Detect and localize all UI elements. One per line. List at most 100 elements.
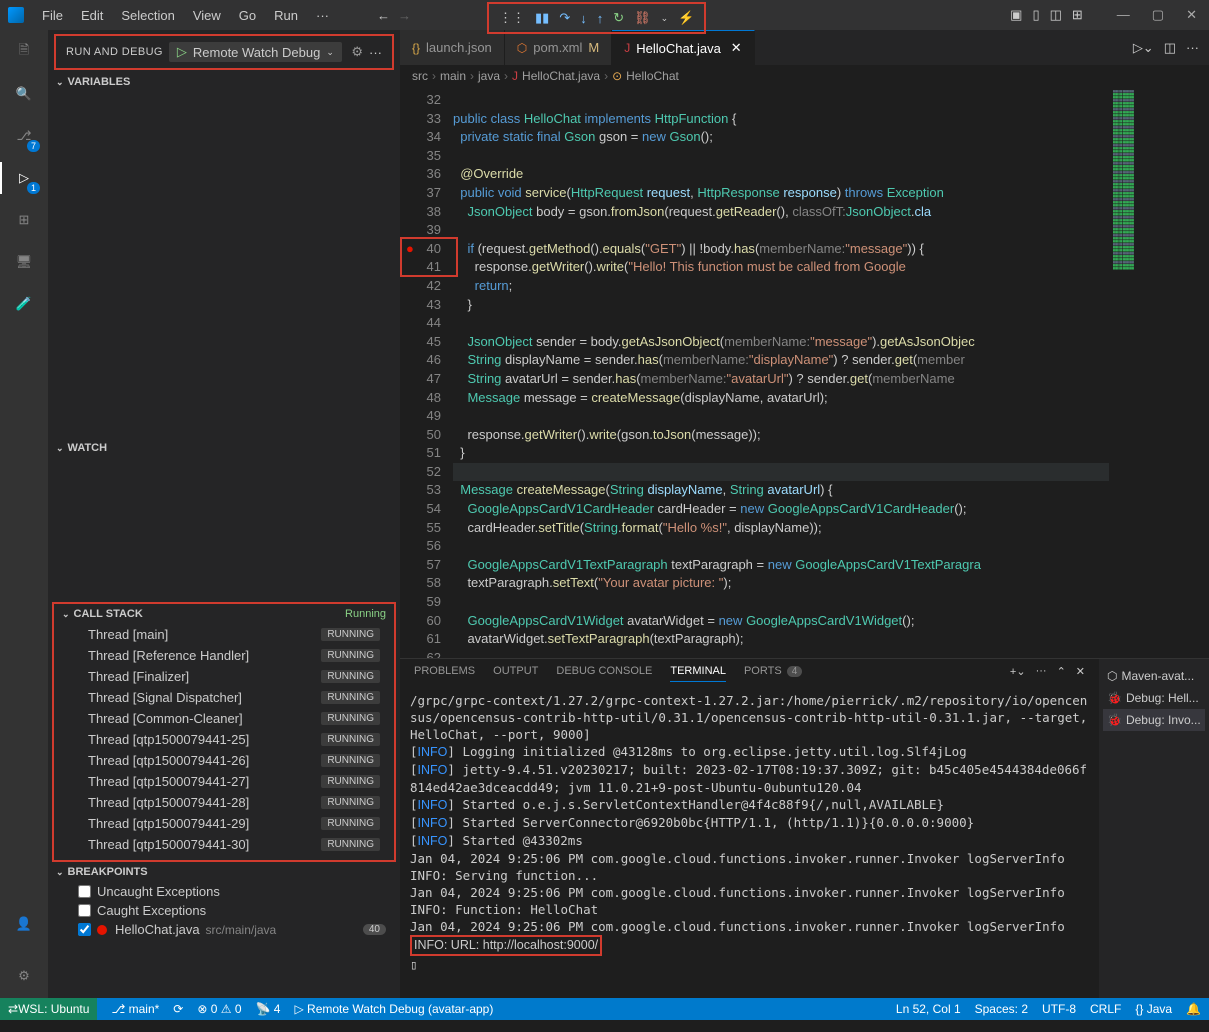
bp-caught[interactable]: Caught Exceptions [48, 901, 400, 920]
terminal-item[interactable]: 🐞Debug: Invo... [1103, 709, 1205, 731]
panel-tab-problems[interactable]: PROBLEMS [414, 665, 475, 682]
minimap[interactable]: ████ ██ ████████████ ██ ████████████ ██ … [1109, 87, 1209, 658]
callstack-header[interactable]: ⌄ CALL STACK Running [54, 604, 394, 624]
menu-···[interactable]: ··· [308, 4, 337, 27]
more-icon[interactable]: ··· [1186, 40, 1199, 55]
back-icon[interactable]: ← [377, 8, 390, 23]
thread-row[interactable]: Thread [qtp1500079441-29]RUNNING [54, 813, 394, 834]
breadcrumb[interactable]: src›main›java›J HelloChat.java›⊙ HelloCh… [400, 65, 1209, 87]
git-branch[interactable]: ⎇ main* [111, 1002, 159, 1016]
restart-icon[interactable]: ↻ [611, 8, 626, 28]
ports-count[interactable]: 📡 4 [256, 1002, 281, 1016]
more-icon[interactable]: ··· [369, 45, 382, 60]
problems-count[interactable]: ⊗ 0 ⚠ 0 [197, 1002, 241, 1016]
run-debug-label: RUN AND DEBUG [66, 46, 163, 58]
thread-row[interactable]: Thread [Finalizer]RUNNING [54, 666, 394, 687]
step-over-icon[interactable]: ↷ [557, 8, 572, 28]
breadcrumb-item[interactable]: src [412, 69, 428, 83]
panel-tab-terminal[interactable]: TERMINAL [670, 665, 726, 682]
tab-pom.xml[interactable]: ⬡pom.xmlM [505, 30, 612, 65]
add-icon[interactable]: +⌄ [1010, 665, 1026, 682]
remote-indicator[interactable]: ⇄ WSL: Ubuntu [0, 998, 97, 1020]
close-icon[interactable]: ✕ [731, 40, 742, 56]
panel-icon[interactable]: ▯ [1032, 7, 1039, 23]
thread-row[interactable]: Thread [qtp1500079441-28]RUNNING [54, 792, 394, 813]
search-icon[interactable]: 🔍 [12, 82, 36, 106]
thread-row[interactable]: Thread [qtp1500079441-25]RUNNING [54, 729, 394, 750]
menu-edit[interactable]: Edit [73, 4, 111, 27]
settings-gear-icon[interactable]: ⚙ [12, 964, 36, 988]
panel-tab-debug console[interactable]: DEBUG CONSOLE [556, 665, 652, 682]
code-content[interactable]: public class HelloChat implements HttpFu… [453, 87, 1109, 658]
breadcrumb-item[interactable]: java [478, 69, 500, 83]
run-icon[interactable]: ▷⌄ [1133, 40, 1154, 56]
variables-header[interactable]: ⌄ VARIABLES [48, 72, 400, 92]
split-icon[interactable]: ◫ [1164, 40, 1176, 56]
breadcrumb-item[interactable]: HelloChat.java [522, 69, 600, 83]
close-panel-icon[interactable]: ✕ [1076, 665, 1085, 682]
forward-icon[interactable]: → [398, 8, 411, 23]
terminal-item[interactable]: ⬡Maven-avat... [1103, 665, 1205, 687]
debug-status[interactable]: ▷ Remote Watch Debug (avatar-app) [294, 1002, 493, 1016]
breadcrumb-item[interactable]: main [440, 69, 466, 83]
code-editor[interactable]: 3233343536373839●40414243444546474849505… [400, 87, 1209, 658]
eol-status[interactable]: CRLF [1090, 1002, 1121, 1016]
panel-tab-output[interactable]: OUTPUT [493, 665, 538, 682]
breakpoints-header[interactable]: ⌄ BREAKPOINTS [48, 862, 400, 882]
step-out-icon[interactable]: ↑ [595, 9, 606, 28]
gear-icon[interactable]: ⚙ [351, 44, 363, 60]
checkbox[interactable] [78, 923, 91, 936]
menu-file[interactable]: File [34, 4, 71, 27]
close-icon[interactable]: ✕ [1182, 3, 1201, 27]
customize-icon[interactable]: ⊞ [1072, 7, 1083, 23]
tab-launch.json[interactable]: {}launch.json [400, 30, 505, 65]
menu-go[interactable]: Go [231, 4, 264, 27]
extensions-icon[interactable]: ⊞ [12, 208, 36, 232]
run-debug-icon[interactable]: ▷1 [12, 166, 36, 190]
tab-HelloChat.java[interactable]: JHelloChat.java✕ [612, 30, 754, 65]
run-config-dropdown[interactable]: ▷ Remote Watch Debug ⌄ [169, 42, 342, 62]
thread-row[interactable]: Thread [qtp1500079441-30]RUNNING [54, 834, 394, 855]
thread-row[interactable]: Thread [main]RUNNING [54, 624, 394, 645]
disconnect-icon[interactable]: ⛓ [632, 8, 653, 28]
more-icon[interactable]: ··· [1036, 665, 1047, 682]
thread-row[interactable]: Thread [Reference Handler]RUNNING [54, 645, 394, 666]
sidebar-icon[interactable]: ◫ [1050, 7, 1062, 23]
terminal-item[interactable]: 🐞Debug: Hell... [1103, 687, 1205, 709]
terminal-output[interactable]: /grpc/grpc-context/1.27.2/grpc-context-1… [400, 688, 1099, 998]
explorer-icon[interactable]: 🗎 [12, 40, 36, 64]
thread-row[interactable]: Thread [Signal Dispatcher]RUNNING [54, 687, 394, 708]
hot-swap-icon[interactable]: ⚡ [676, 8, 696, 28]
thread-row[interactable]: Thread [Common-Cleaner]RUNNING [54, 708, 394, 729]
source-control-icon[interactable]: ⎇7 [12, 124, 36, 148]
indent-status[interactable]: Spaces: 2 [975, 1002, 1028, 1016]
pause-icon[interactable]: ▮▮ [533, 8, 551, 28]
notifications-icon[interactable]: 🔔 [1186, 1002, 1201, 1016]
layout-icon[interactable]: ▣ [1010, 7, 1022, 23]
checkbox[interactable] [78, 885, 91, 898]
maximize-icon[interactable]: ▢ [1148, 3, 1168, 27]
minimize-icon[interactable]: — [1113, 3, 1134, 27]
breadcrumb-item[interactable]: HelloChat [626, 69, 679, 83]
menu-run[interactable]: Run [266, 4, 306, 27]
chevron-down-icon[interactable]: ⌄ [659, 11, 671, 26]
thread-row[interactable]: Thread [qtp1500079441-26]RUNNING [54, 750, 394, 771]
watch-header[interactable]: ⌄ WATCH [48, 438, 400, 458]
panel-tab-ports[interactable]: PORTS 4 [744, 665, 802, 682]
bp-file[interactable]: HelloChat.java src/main/java 40 [48, 920, 400, 939]
menu-selection[interactable]: Selection [113, 4, 182, 27]
drag-handle-icon[interactable]: ⋮⋮ [497, 8, 527, 28]
bp-uncaught[interactable]: Uncaught Exceptions [48, 882, 400, 901]
cursor-position[interactable]: Ln 52, Col 1 [896, 1002, 961, 1016]
remote-icon[interactable]: 🖥 [12, 250, 36, 274]
maximize-panel-icon[interactable]: ⌃ [1057, 665, 1066, 682]
language-status[interactable]: {} Java [1135, 1002, 1172, 1016]
testing-icon[interactable]: 🧪 [12, 292, 36, 316]
encoding-status[interactable]: UTF-8 [1042, 1002, 1076, 1016]
account-icon[interactable]: 👤 [12, 912, 36, 936]
sync-icon[interactable]: ⟳ [173, 1002, 183, 1016]
step-into-icon[interactable]: ↓ [578, 9, 589, 28]
checkbox[interactable] [78, 904, 91, 917]
thread-row[interactable]: Thread [qtp1500079441-27]RUNNING [54, 771, 394, 792]
menu-view[interactable]: View [185, 4, 229, 27]
